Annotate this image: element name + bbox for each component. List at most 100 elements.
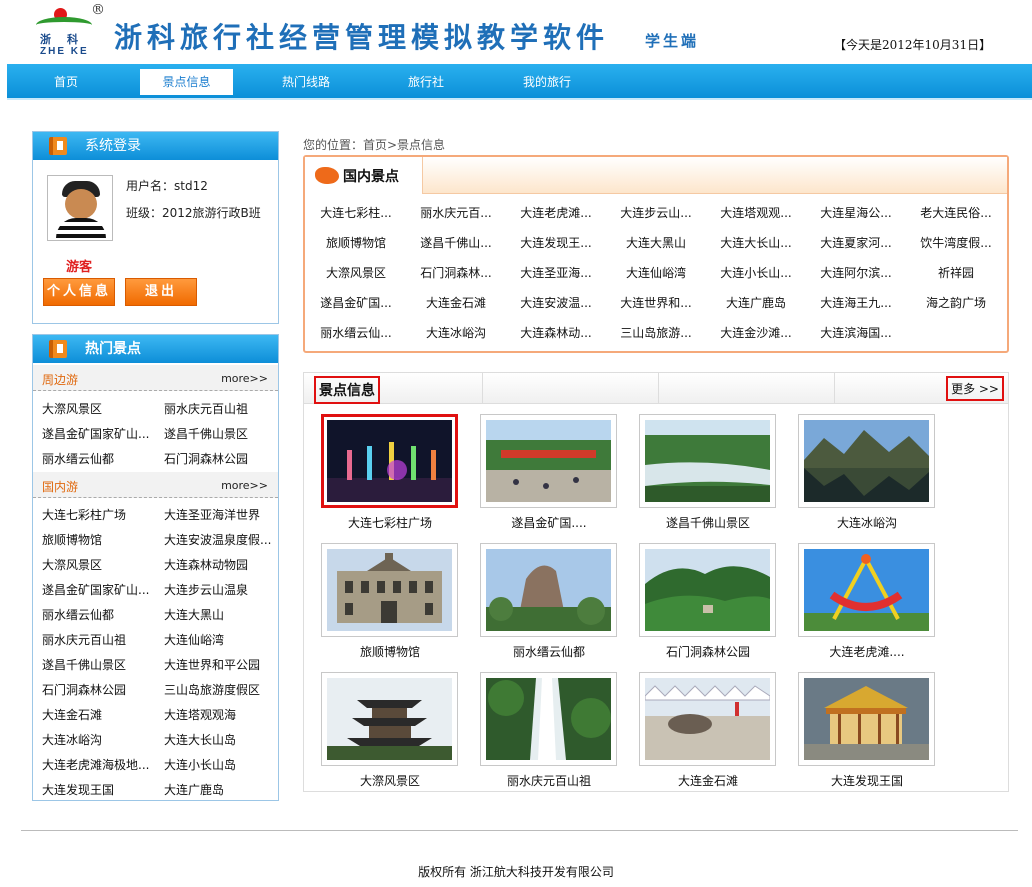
domestic-attraction-link[interactable]: 旅顺博物馆 <box>309 234 403 251</box>
hot-link[interactable]: 大连小长山岛 <box>164 756 236 773</box>
domestic-attraction-link[interactable]: 丽水缙云仙... <box>309 324 403 341</box>
hot-link[interactable]: 大连大长山岛 <box>164 731 236 748</box>
hot-link[interactable]: 大漈风景区 <box>42 400 102 417</box>
domestic-attraction-link[interactable]: 大连金石滩 <box>409 294 503 311</box>
spot-thumbnail[interactable] <box>480 414 617 508</box>
hot-link[interactable]: 大连大黑山 <box>164 606 224 623</box>
domestic-attraction-link[interactable]: 大连老虎滩... <box>509 204 603 221</box>
spot-thumbnail[interactable] <box>798 543 935 637</box>
domestic-attraction-link[interactable]: 老大连民俗... <box>909 204 1003 221</box>
spot-caption[interactable]: 遂昌金矿国.... <box>474 514 624 531</box>
app-subtitle: 学生端 <box>645 32 700 50</box>
hot-link[interactable]: 大连广鹿岛 <box>164 781 224 798</box>
domestic-attraction-link[interactable]: 大连冰峪沟 <box>409 324 503 341</box>
spot-thumbnail[interactable] <box>798 672 935 766</box>
domestic-attraction-link[interactable]: 大连七彩柱... <box>309 204 403 221</box>
domestic-attraction-link[interactable]: 大连塔观观... <box>709 204 803 221</box>
nav-item-attractions[interactable]: 景点信息 <box>140 69 233 95</box>
spot-thumbnail[interactable] <box>480 672 617 766</box>
spot-caption[interactable]: 大连发现王国 <box>792 772 942 789</box>
spot-caption[interactable]: 丽水缙云仙都 <box>474 643 624 660</box>
domestic-attraction-link[interactable]: 遂昌千佛山... <box>409 234 503 251</box>
domestic-attraction-link[interactable]: 大连世界和... <box>609 294 703 311</box>
hot-link[interactable]: 大连仙峪湾 <box>164 631 224 648</box>
spot-caption[interactable]: 大连冰峪沟 <box>792 514 942 531</box>
hot-link[interactable]: 丽水缙云仙都 <box>42 606 114 623</box>
logout-button[interactable]: 退出 <box>125 278 197 306</box>
nearby-more-link[interactable]: more>> <box>221 372 268 385</box>
domestic-attraction-link[interactable]: 大连海王九... <box>809 294 903 311</box>
spot-caption[interactable]: 大连七彩柱广场 <box>315 514 465 531</box>
nav-item-agencies[interactable]: 旅行社 <box>393 69 459 95</box>
domestic-attraction-link[interactable]: 大连滨海国... <box>809 324 903 341</box>
spot-caption[interactable]: 大连老虎滩.... <box>792 643 942 660</box>
hot-link[interactable]: 大连冰峪沟 <box>42 731 102 748</box>
domestic-attraction-link[interactable]: 大连圣亚海... <box>509 264 603 281</box>
hot-link[interactable]: 大连安波温泉度假... <box>164 531 271 548</box>
hot-link[interactable]: 大漈风景区 <box>42 556 102 573</box>
hot-link[interactable]: 丽水庆元百山祖 <box>42 631 126 648</box>
domestic-attraction-link[interactable]: 饮牛湾度假... <box>909 234 1003 251</box>
spot-caption[interactable]: 石门洞森林公园 <box>633 643 783 660</box>
domestic-more-link[interactable]: more>> <box>221 479 268 492</box>
hot-link[interactable]: 遂昌金矿国家矿山... <box>42 425 149 442</box>
hot-link[interactable]: 遂昌千佛山景区 <box>42 656 126 673</box>
spot-thumbnail[interactable] <box>639 543 776 637</box>
spot-thumbnail[interactable] <box>321 543 458 637</box>
domestic-attraction-link[interactable]: 大连仙峪湾 <box>609 264 703 281</box>
hot-link[interactable]: 大连步云山温泉 <box>164 581 248 598</box>
spot-thumbnail[interactable] <box>798 414 935 508</box>
nav-item-home[interactable]: 首页 <box>33 69 99 95</box>
spot-caption[interactable]: 遂昌千佛山景区 <box>633 514 783 531</box>
spot-thumbnail[interactable] <box>480 543 617 637</box>
profile-button[interactable]: 个人信息 <box>43 278 115 306</box>
hot-link[interactable]: 遂昌千佛山景区 <box>164 425 248 442</box>
hot-link[interactable]: 大连圣亚海洋世界 <box>164 506 260 523</box>
hot-link[interactable]: 大连森林动物园 <box>164 556 248 573</box>
domestic-attraction-link[interactable]: 大连小长山... <box>709 264 803 281</box>
hot-link[interactable]: 大连七彩柱广场 <box>42 506 126 523</box>
class-value: 2012旅游行政B班 <box>162 206 261 220</box>
domestic-attraction-link[interactable]: 大连金沙滩... <box>709 324 803 341</box>
spot-caption[interactable]: 大连金石滩 <box>633 772 783 789</box>
spot-caption[interactable]: 旅顺博物馆 <box>315 643 465 660</box>
domestic-attraction-link[interactable]: 大连夏家河... <box>809 234 903 251</box>
spot-thumbnail[interactable] <box>639 672 776 766</box>
hot-link[interactable]: 旅顺博物馆 <box>42 531 102 548</box>
nav-item-my-travel[interactable]: 我的旅行 <box>512 69 582 95</box>
domestic-attraction-link[interactable]: 大漈风景区 <box>309 264 403 281</box>
hot-link[interactable]: 石门洞森林公园 <box>42 681 126 698</box>
spots-more-link[interactable]: 更多 >> <box>946 376 1004 401</box>
hot-link[interactable]: 石门洞森林公园 <box>164 450 248 467</box>
hot-link[interactable]: 遂昌金矿国家矿山... <box>42 581 149 598</box>
domestic-attraction-link[interactable]: 大连阿尔滨... <box>809 264 903 281</box>
domestic-attraction-link[interactable]: 三山岛旅游... <box>609 324 703 341</box>
hot-link[interactable]: 大连发现王国 <box>42 781 114 798</box>
hot-link[interactable]: 大连塔观观海 <box>164 706 236 723</box>
domestic-attraction-link[interactable]: 大连广鹿岛 <box>709 294 803 311</box>
domestic-attraction-link[interactable]: 海之韵广场 <box>909 294 1003 311</box>
spot-caption[interactable]: 丽水庆元百山祖 <box>474 772 624 789</box>
hot-link[interactable]: 大连世界和平公园 <box>164 656 260 673</box>
domestic-attraction-link[interactable]: 大连安波温... <box>509 294 603 311</box>
domestic-attraction-link[interactable]: 遂昌金矿国... <box>309 294 403 311</box>
domestic-attraction-link[interactable]: 石门洞森林... <box>409 264 503 281</box>
domestic-attraction-link[interactable]: 大连森林动... <box>509 324 603 341</box>
spot-thumbnail[interactable] <box>321 672 458 766</box>
hot-link[interactable]: 大连金石滩 <box>42 706 102 723</box>
domestic-attraction-link[interactable]: 丽水庆元百... <box>409 204 503 221</box>
domestic-attraction-link[interactable]: 大连大长山... <box>709 234 803 251</box>
hot-link[interactable]: 丽水庆元百山祖 <box>164 400 248 417</box>
spot-caption[interactable]: 大漈风景区 <box>315 772 465 789</box>
domestic-attraction-link[interactable]: 大连发现王... <box>509 234 603 251</box>
domestic-attraction-link[interactable]: 祈祥园 <box>909 264 1003 281</box>
nav-item-hot-routes[interactable]: 热门线路 <box>273 69 339 95</box>
hot-link[interactable]: 三山岛旅游度假区 <box>164 681 260 698</box>
domestic-attraction-link[interactable]: 大连步云山... <box>609 204 703 221</box>
domestic-attraction-link[interactable]: 大连星海公... <box>809 204 903 221</box>
hot-link[interactable]: 丽水缙云仙都 <box>42 450 114 467</box>
hot-link[interactable]: 大连老虎滩海极地... <box>42 756 149 773</box>
spot-thumbnail[interactable] <box>639 414 776 508</box>
spot-thumbnail[interactable] <box>321 414 458 508</box>
domestic-attraction-link[interactable]: 大连大黑山 <box>609 234 703 251</box>
